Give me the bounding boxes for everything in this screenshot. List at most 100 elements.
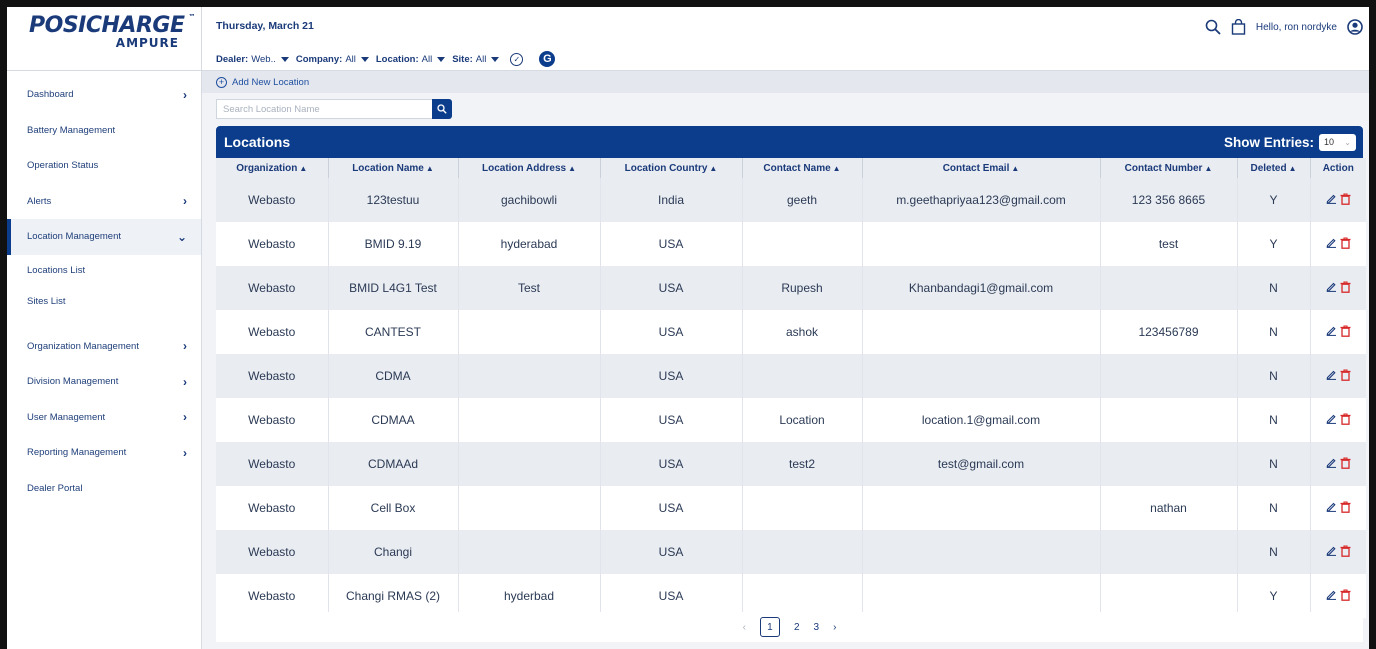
entries-value: 10 <box>1324 137 1335 147</box>
table-row: Webasto BMID 9.19 hyderabad USA test Y <box>216 222 1366 266</box>
user-greeting[interactable]: Hello, ron nordyke <box>1256 22 1337 33</box>
column-header[interactable]: Location Address ▲ <box>458 158 601 178</box>
sidebar-subitem-locations-list[interactable]: Locations List <box>7 255 201 286</box>
column-header[interactable]: Location Name ▲ <box>328 158 459 178</box>
sidebar-item-organization-management[interactable]: Organization Management › <box>7 329 201 365</box>
edit-icon[interactable] <box>1326 545 1337 557</box>
table-cell: Cell Box <box>328 486 459 530</box>
table-cell: geeth <box>742 178 863 222</box>
table-cell: Webasto <box>216 530 329 574</box>
table-cell: USA <box>600 398 743 442</box>
company-filter[interactable]: Company: All <box>296 54 376 65</box>
g-logo-button[interactable]: G <box>539 51 556 67</box>
edit-icon[interactable] <box>1326 457 1337 469</box>
sidebar-subitem-sites-list[interactable]: Sites List <box>7 286 201 317</box>
brand-logo[interactable]: POSICHARGE ™ AMPURE <box>7 7 201 71</box>
sidebar-item-label: Battery Management <box>27 124 116 136</box>
sidebar-item-operation-status[interactable]: Operation Status <box>7 148 201 184</box>
edit-icon[interactable] <box>1326 413 1337 425</box>
sort-asc-icon: ▲ <box>425 163 434 173</box>
table-cell: Y <box>1237 178 1311 222</box>
column-header[interactable]: Deleted ▲ <box>1237 158 1311 178</box>
edit-icon[interactable] <box>1326 193 1337 205</box>
table-cell: gachibowli <box>458 178 601 222</box>
locations-panel: Locations Show Entries: 10 ⌄ Organizatio… <box>216 126 1366 642</box>
column-header[interactable]: Location Country ▲ <box>600 158 743 178</box>
action-cell <box>1310 310 1366 354</box>
sidebar-item-user-management[interactable]: User Management › <box>7 400 201 436</box>
search-icon[interactable] <box>1205 19 1221 35</box>
sidebar-item-dealer-portal[interactable]: Dealer Portal <box>7 471 201 507</box>
table-cell: nathan <box>1100 486 1238 530</box>
edit-icon[interactable] <box>1326 281 1337 293</box>
table-cell <box>742 222 863 266</box>
table-row: Webasto BMID L4G1 Test Test USA Rupesh Khanba… <box>216 266 1366 310</box>
shopping-bag-icon[interactable] <box>1231 19 1246 35</box>
caret-down-icon <box>491 56 500 62</box>
table-cell: Webasto <box>216 442 329 486</box>
search-button[interactable] <box>432 99 452 119</box>
edit-icon[interactable] <box>1326 501 1337 513</box>
apply-filter-check-icon[interactable]: ✓ <box>510 52 524 66</box>
action-cell <box>1310 530 1366 574</box>
page-2-button[interactable]: 2 <box>794 622 800 633</box>
site-filter[interactable]: Site: All <box>452 54 506 65</box>
page-1-button[interactable]: 1 <box>759 617 780 637</box>
chevron-right-icon: › <box>183 339 187 354</box>
sidebar-item-reporting-management[interactable]: Reporting Management › <box>7 435 201 471</box>
table-cell: CDMAA <box>328 398 459 442</box>
trash-icon[interactable] <box>1340 545 1351 557</box>
edit-icon[interactable] <box>1326 237 1337 249</box>
table-cell: Webasto <box>216 354 329 398</box>
locations-table: Organization ▲ Location Name ▲ Location Addr… <box>216 158 1366 618</box>
table-body: Webasto 123testuu gachibowli India geeth m.ge… <box>216 178 1366 618</box>
filter-bar: Dealer: Web.. Company: All Location: All… <box>216 51 556 67</box>
table-cell: USA <box>600 442 743 486</box>
column-header[interactable]: Organization ▲ <box>216 158 329 178</box>
chevron-right-icon: › <box>183 374 187 389</box>
sort-asc-icon: ▲ <box>1011 163 1020 173</box>
prev-page-button[interactable]: ‹ <box>743 622 746 633</box>
edit-icon[interactable] <box>1326 369 1337 381</box>
filter-label: Dealer: <box>216 53 249 65</box>
dealer-filter[interactable]: Dealer: Web.. <box>216 54 296 65</box>
column-header[interactable]: Contact Name ▲ <box>742 158 863 178</box>
sort-asc-icon: ▲ <box>568 163 576 173</box>
trash-icon[interactable] <box>1340 237 1351 249</box>
edit-icon[interactable] <box>1326 589 1337 601</box>
table-cell <box>458 442 601 486</box>
table-row: Webasto Changi USA N <box>216 530 1366 574</box>
table-cell: BMID 9.19 <box>328 222 459 266</box>
chevron-right-icon: › <box>183 194 187 209</box>
column-header-label: Organization <box>236 162 298 174</box>
column-header[interactable]: Contact Number ▲ <box>1100 158 1238 178</box>
sidebar-item-battery-management[interactable]: Battery Management <box>7 113 201 149</box>
edit-icon[interactable] <box>1326 325 1337 337</box>
sidebar-item-label: User Management <box>27 411 106 423</box>
location-filter[interactable]: Location: All <box>376 54 452 65</box>
search-location-input[interactable] <box>216 99 432 119</box>
user-avatar-icon[interactable] <box>1347 19 1363 35</box>
trash-icon[interactable] <box>1340 501 1351 513</box>
trash-icon[interactable] <box>1340 413 1351 425</box>
filter-value: All <box>475 53 487 65</box>
sidebar-item-division-management[interactable]: Division Management › <box>7 364 201 400</box>
entries-select[interactable]: 10 ⌄ <box>1319 133 1356 151</box>
trash-icon[interactable] <box>1340 193 1351 205</box>
sidebar-item-alerts[interactable]: Alerts › <box>7 184 201 220</box>
table-cell: USA <box>600 310 743 354</box>
trash-icon[interactable] <box>1340 457 1351 469</box>
column-header[interactable]: Contact Email ▲ <box>862 158 1101 178</box>
trash-icon[interactable] <box>1340 325 1351 337</box>
sidebar-item-dashboard[interactable]: Dashboard › <box>7 77 201 113</box>
trash-icon[interactable] <box>1340 369 1351 381</box>
panel-header: Locations Show Entries: 10 ⌄ <box>216 126 1363 158</box>
next-page-button[interactable]: › <box>833 622 836 633</box>
page-3-button[interactable]: 3 <box>814 622 820 633</box>
add-new-location-button[interactable]: + Add New Location <box>216 76 309 88</box>
column-header[interactable]: Action <box>1310 158 1366 178</box>
table-row: Webasto CDMAAd USA test2 test@gmail.com N <box>216 442 1366 486</box>
sidebar-item-location-management[interactable]: Location Management ⌄ <box>7 219 201 255</box>
trash-icon[interactable] <box>1340 281 1351 293</box>
trash-icon[interactable] <box>1340 589 1351 601</box>
